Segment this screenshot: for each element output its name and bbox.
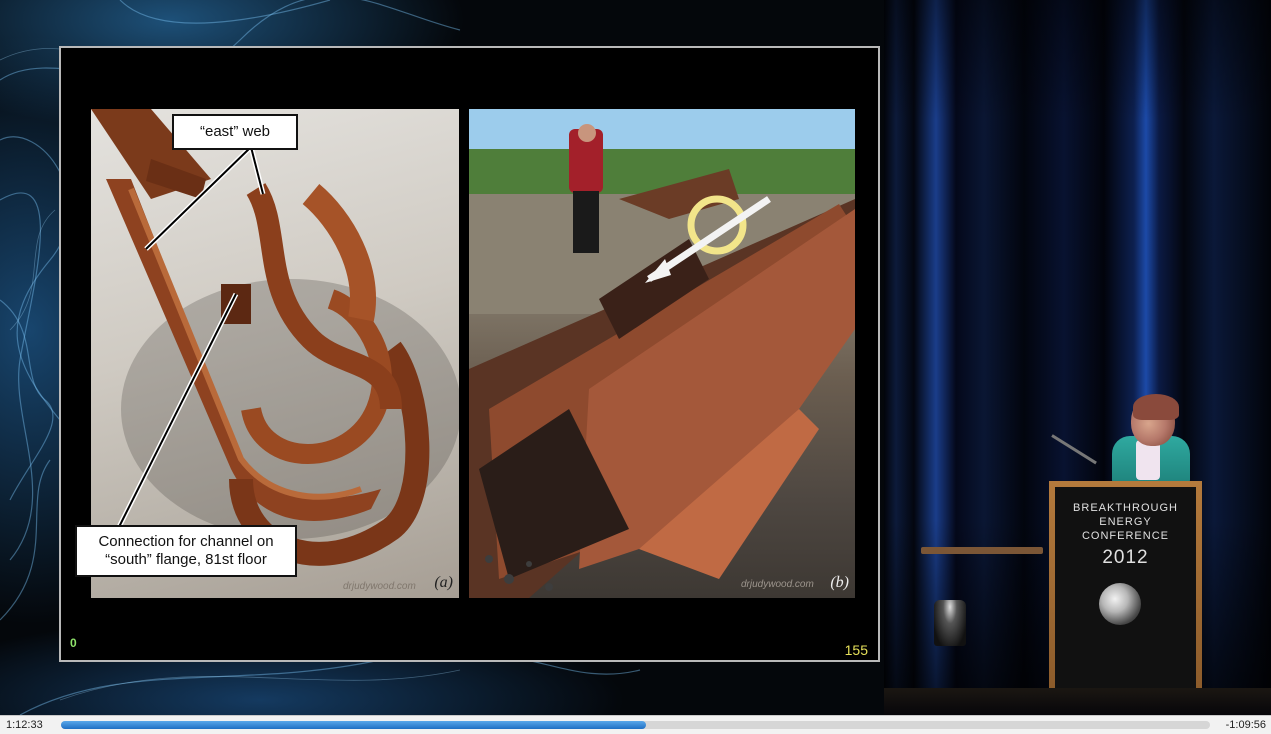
callout-east-web-text: “east” web: [199, 123, 271, 140]
seek-bar-progress: [61, 721, 646, 729]
projected-slide: (a) drjudywood.com “east” web Connection…: [59, 46, 880, 662]
callout-connection-line2: “south” flange, 81st floor: [105, 551, 267, 568]
photo-panel-b: (b) drjudywood.com: [469, 109, 855, 598]
podium-sign: BREAKTHROUGH ENERGY CONFERENCE 2012: [1055, 487, 1196, 693]
panel-a-watermark: drjudywood.com: [343, 581, 416, 592]
stage-floor: [884, 688, 1271, 715]
remaining-time: -1:09:56: [1225, 719, 1266, 731]
callout-connection: Connection for channel on “south” flange…: [75, 525, 297, 577]
video-stage[interactable]: (a) drjudywood.com “east” web Connection…: [0, 0, 1271, 715]
panel-b-tag: (b): [830, 574, 849, 591]
side-table: [921, 547, 1043, 554]
podium-line-3: CONFERENCE: [1081, 530, 1169, 542]
panel-b-watermark: drjudywood.com: [741, 579, 814, 590]
stage-lamp: [934, 600, 966, 646]
callout-connection-line1: Connection for channel on: [98, 533, 274, 550]
slide-number: 155: [844, 642, 868, 658]
podium-year: 2012: [1102, 547, 1149, 568]
callout-east-web: “east” web: [172, 114, 298, 150]
seek-bar[interactable]: [61, 721, 1210, 729]
elapsed-time: 1:12:33: [6, 719, 43, 731]
player-controls: 1:12:33 -1:09:56: [0, 715, 1271, 734]
podium-line-2: ENERGY: [1099, 516, 1152, 528]
podium: BREAKTHROUGH ENERGY CONFERENCE 2012: [1049, 481, 1202, 699]
steel-beam-yard-image: [469, 109, 855, 598]
podium-line-1: BREAKTHROUGH: [1073, 502, 1178, 514]
globe-icon: [1099, 583, 1141, 625]
slide-number-left: 0: [70, 636, 77, 650]
panel-a-tag: (a): [434, 574, 453, 591]
